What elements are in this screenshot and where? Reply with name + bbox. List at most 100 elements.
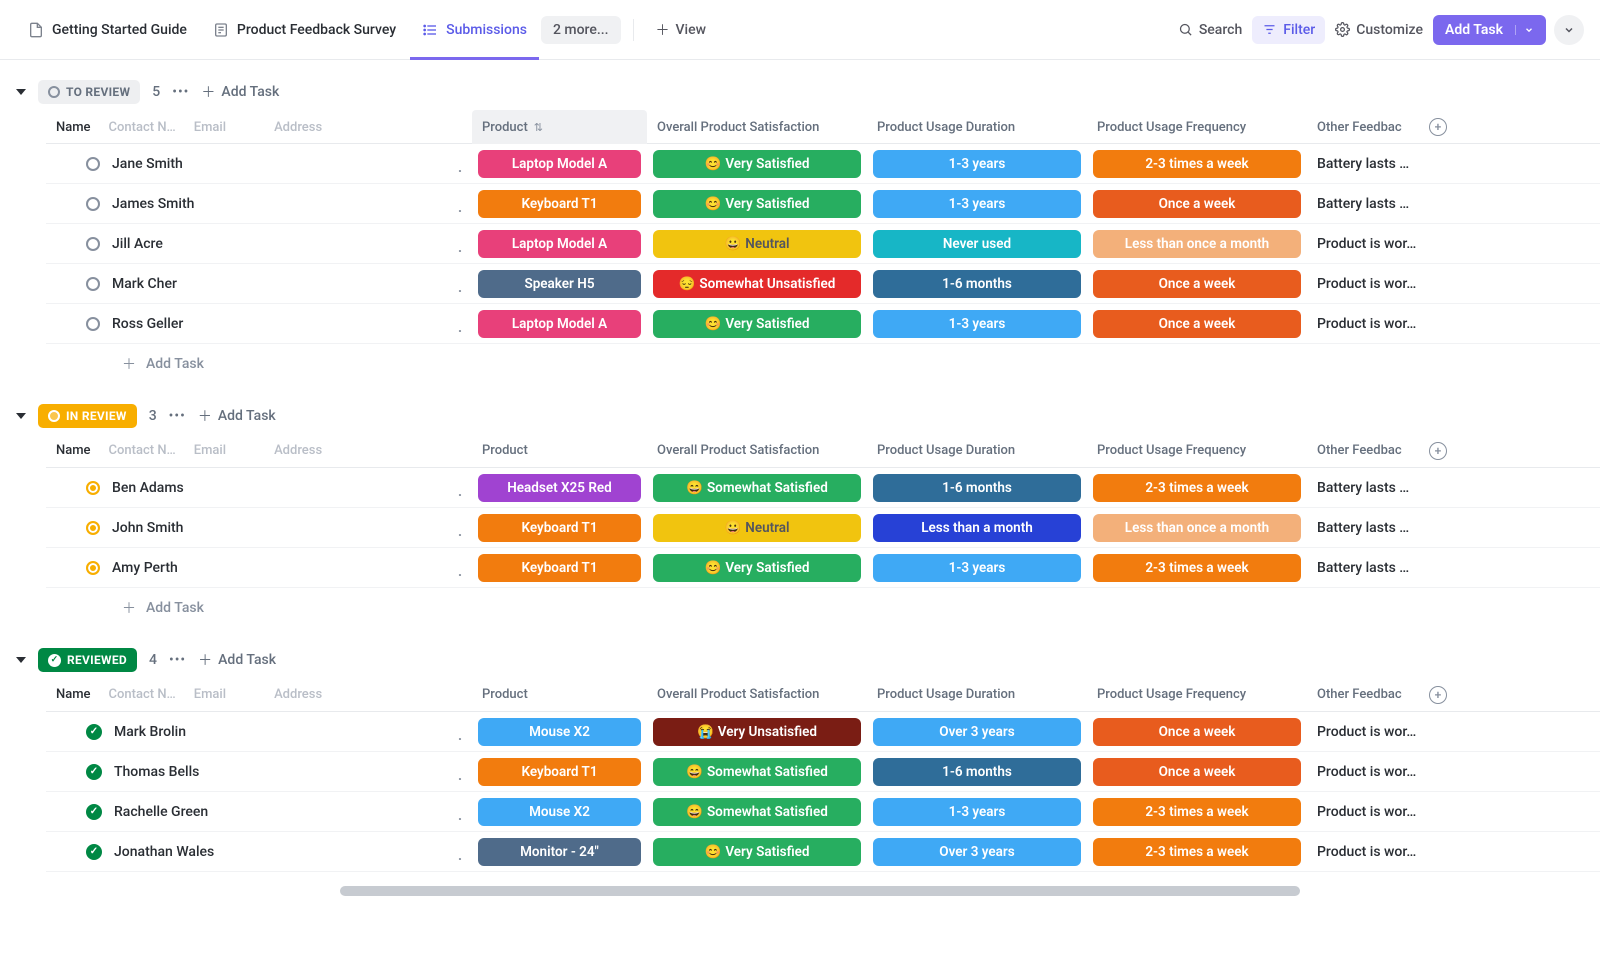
tag-chip[interactable]: Once a week <box>1093 270 1301 298</box>
tag-chip[interactable]: 😊Very Satisfied <box>653 150 861 178</box>
collapse-toggle[interactable] <box>16 657 26 663</box>
table-row[interactable]: Jane Smith . Laptop Model A 😊Very Satisf… <box>46 144 1600 184</box>
col-other-feedback[interactable]: Other Feedbac + <box>1307 442 1457 460</box>
col-duration[interactable]: Product Usage Duration <box>867 120 1087 135</box>
tag-chip[interactable]: 2-3 times a week <box>1093 798 1301 826</box>
tab-product-feedback[interactable]: Product Feedback Survey <box>201 14 408 46</box>
tag-chip[interactable]: Once a week <box>1093 758 1301 786</box>
tag-chip[interactable]: 1-3 years <box>873 310 1081 338</box>
col-contact[interactable]: Contact N… <box>109 120 176 135</box>
tag-chip[interactable]: 1-6 months <box>873 474 1081 502</box>
group-add-task[interactable]: ＋ Add Task <box>201 82 279 102</box>
row-other-feedback[interactable]: Product is wor… <box>1307 236 1457 252</box>
tag-chip[interactable]: 😀Neutral <box>653 514 861 542</box>
tag-chip[interactable]: Once a week <box>1093 718 1301 746</box>
tag-chip[interactable]: Mouse X2 <box>478 718 641 746</box>
customize-button[interactable]: Customize <box>1325 16 1433 44</box>
status-pill[interactable]: ✓ REVIEWED <box>38 648 137 672</box>
col-other-feedback[interactable]: Other Feedbac + <box>1307 686 1457 704</box>
col-name[interactable]: Name <box>56 120 91 135</box>
tag-chip[interactable]: Headset X25 Red <box>478 474 641 502</box>
row-other-feedback[interactable]: Product is wor… <box>1307 724 1457 740</box>
table-row[interactable]: James Smith . Keyboard T1 😊Very Satisfie… <box>46 184 1600 224</box>
tag-chip[interactable]: 1-6 months <box>873 270 1081 298</box>
col-other-feedback[interactable]: Other Feedbac + <box>1307 118 1457 136</box>
add-task-row[interactable]: ＋ Add Task <box>46 344 1600 384</box>
tag-chip[interactable]: Laptop Model A <box>478 150 641 178</box>
col-satisfaction[interactable]: Overall Product Satisfaction <box>647 120 867 135</box>
row-other-feedback[interactable]: Product is wor… <box>1307 316 1457 332</box>
add-task-button[interactable]: Add Task <box>1433 15 1546 45</box>
table-row[interactable]: ✓ Jonathan Wales . Monitor - 24" 😊Very S… <box>46 832 1600 872</box>
col-email[interactable]: Email <box>194 687 226 702</box>
table-row[interactable]: John Smith . Keyboard T1 😀Neutral Less t… <box>46 508 1600 548</box>
col-duration[interactable]: Product Usage Duration <box>867 687 1087 702</box>
tag-chip[interactable]: 😔Somewhat Unsatisfied <box>653 270 861 298</box>
group-add-task[interactable]: ＋ Add Task <box>198 406 276 426</box>
row-other-feedback[interactable]: Battery lasts … <box>1307 520 1457 536</box>
col-product[interactable]: Product⇅ <box>472 110 647 144</box>
tag-chip[interactable]: 2-3 times a week <box>1093 554 1301 582</box>
col-email[interactable]: Email <box>194 443 226 458</box>
tag-chip[interactable]: Keyboard T1 <box>478 514 641 542</box>
tag-chip[interactable]: 1-3 years <box>873 554 1081 582</box>
col-address[interactable]: Address <box>274 443 322 458</box>
col-satisfaction[interactable]: Overall Product Satisfaction <box>647 687 867 702</box>
group-more-button[interactable]: ••• <box>169 408 186 424</box>
tag-chip[interactable]: 😊Very Satisfied <box>653 554 861 582</box>
tab-submissions[interactable]: Submissions <box>410 14 539 46</box>
tag-chip[interactable]: 1-3 years <box>873 150 1081 178</box>
add-view-button[interactable]: ＋ View <box>646 14 717 46</box>
tag-chip[interactable]: 2-3 times a week <box>1093 838 1301 866</box>
col-name[interactable]: Name <box>56 443 91 458</box>
add-column-button[interactable]: + <box>1429 442 1447 460</box>
add-column-button[interactable]: + <box>1429 118 1447 136</box>
col-contact[interactable]: Contact N… <box>109 443 176 458</box>
tag-chip[interactable]: Monitor - 24" <box>478 838 641 866</box>
col-address[interactable]: Address <box>274 120 322 135</box>
group-add-task[interactable]: ＋ Add Task <box>198 650 276 670</box>
collapse-toggle[interactable] <box>16 89 26 95</box>
status-pill[interactable]: IN REVIEW <box>38 404 137 428</box>
tag-chip[interactable]: Laptop Model A <box>478 230 641 258</box>
tag-chip[interactable]: 1-6 months <box>873 758 1081 786</box>
tag-chip[interactable]: Once a week <box>1093 310 1301 338</box>
tag-chip[interactable]: 😊Very Satisfied <box>653 310 861 338</box>
col-frequency[interactable]: Product Usage Frequency <box>1087 443 1307 458</box>
tag-chip[interactable]: Mouse X2 <box>478 798 641 826</box>
tag-chip[interactable]: 2-3 times a week <box>1093 474 1301 502</box>
tag-chip[interactable]: Over 3 years <box>873 718 1081 746</box>
row-other-feedback[interactable]: Product is wor… <box>1307 276 1457 292</box>
collapse-toggle[interactable] <box>16 413 26 419</box>
tag-chip[interactable]: Once a week <box>1093 190 1301 218</box>
tag-chip[interactable]: 1-3 years <box>873 798 1081 826</box>
col-product[interactable]: Product <box>472 687 647 702</box>
add-task-row[interactable]: ＋ Add Task <box>46 588 1600 628</box>
more-menu-button[interactable] <box>1554 15 1584 45</box>
tag-chip[interactable]: Less than once a month <box>1093 230 1301 258</box>
group-more-button[interactable]: ••• <box>169 652 186 668</box>
table-row[interactable]: Mark Cher . Speaker H5 😔Somewhat Unsatis… <box>46 264 1600 304</box>
col-name[interactable]: Name <box>56 687 91 702</box>
tag-chip[interactable]: Less than a month <box>873 514 1081 542</box>
table-row[interactable]: ✓ Mark Brolin . Mouse X2 😭Very Unsatisfi… <box>46 712 1600 752</box>
status-pill[interactable]: TO REVIEW <box>38 80 140 104</box>
tag-chip[interactable]: 😄Somewhat Satisfied <box>653 474 861 502</box>
col-contact[interactable]: Contact N… <box>109 687 176 702</box>
tag-chip[interactable]: 😄Somewhat Satisfied <box>653 758 861 786</box>
row-other-feedback[interactable]: Product is wor… <box>1307 764 1457 780</box>
col-frequency[interactable]: Product Usage Frequency <box>1087 120 1307 135</box>
tag-chip[interactable]: Keyboard T1 <box>478 190 641 218</box>
add-column-button[interactable]: + <box>1429 686 1447 704</box>
group-more-button[interactable]: ••• <box>172 84 189 100</box>
row-other-feedback[interactable]: Battery lasts … <box>1307 156 1457 172</box>
table-row[interactable]: Ben Adams . Headset X25 Red 😄Somewhat Sa… <box>46 468 1600 508</box>
row-other-feedback[interactable]: Battery lasts … <box>1307 560 1457 576</box>
row-other-feedback[interactable]: Product is wor… <box>1307 844 1457 860</box>
tab-getting-started[interactable]: Getting Started Guide <box>16 14 199 46</box>
chevron-down-icon[interactable] <box>1515 25 1534 35</box>
tag-chip[interactable]: 1-3 years <box>873 190 1081 218</box>
tag-chip[interactable]: 2-3 times a week <box>1093 150 1301 178</box>
table-row[interactable]: ✓ Thomas Bells . Keyboard T1 😄Somewhat S… <box>46 752 1600 792</box>
row-other-feedback[interactable]: Battery lasts … <box>1307 480 1457 496</box>
